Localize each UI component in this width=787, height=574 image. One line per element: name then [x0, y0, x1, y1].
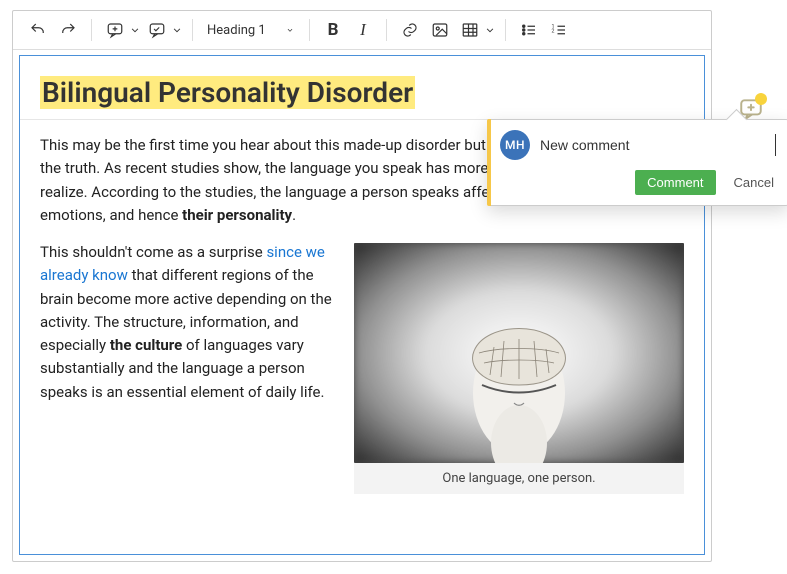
image-button[interactable] — [425, 15, 455, 45]
undo-button[interactable] — [23, 15, 53, 45]
comment-submit-button[interactable]: Comment — [635, 170, 715, 195]
chevron-down-icon[interactable] — [483, 23, 497, 37]
numbered-list-button[interactable]: 12 — [544, 15, 574, 45]
avatar: MH — [500, 130, 530, 160]
heading-label: Heading 1 — [207, 23, 266, 38]
bulleted-list-button[interactable] — [514, 15, 544, 45]
track-changes-button[interactable] — [142, 15, 172, 45]
selected-text: Bilingual Personality Disorder — [40, 76, 415, 109]
bold-button[interactable]: B — [318, 15, 348, 45]
separator — [91, 19, 92, 41]
separator — [309, 19, 310, 41]
cancel-button[interactable]: Cancel — [732, 171, 776, 194]
comment-input[interactable] — [540, 134, 776, 156]
heading-select[interactable]: Heading 1 — [201, 16, 301, 44]
svg-text:2: 2 — [552, 28, 555, 34]
comment-popover: MH Comment Cancel — [487, 119, 787, 206]
page-title[interactable]: Bilingual Personality Disorder — [40, 76, 684, 109]
chevron-down-icon — [285, 25, 295, 35]
chevron-down-icon[interactable] — [170, 23, 184, 37]
chevron-down-icon[interactable] — [128, 23, 142, 37]
accent-bar — [487, 119, 491, 206]
separator — [192, 19, 193, 41]
editor-container: Heading 1 B I — [12, 10, 712, 562]
figure[interactable]: One language, one person. — [354, 243, 684, 494]
toolbar: Heading 1 B I — [13, 11, 711, 50]
italic-button[interactable]: I — [348, 15, 378, 45]
figure-image — [354, 243, 684, 463]
separator — [505, 19, 506, 41]
figure-caption: One language, one person. — [354, 463, 684, 494]
redo-button[interactable] — [53, 15, 83, 45]
notification-badge — [755, 93, 767, 105]
separator — [386, 19, 387, 41]
add-comment-button[interactable] — [100, 15, 130, 45]
link-button[interactable] — [395, 15, 425, 45]
table-button[interactable] — [455, 15, 485, 45]
